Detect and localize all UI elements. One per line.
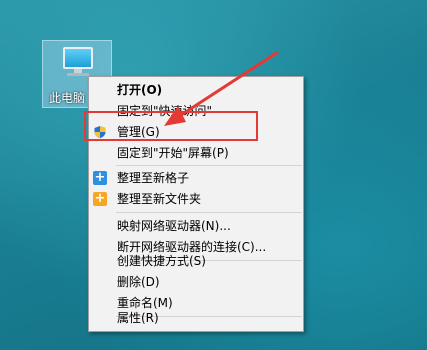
annotation-arrow-icon (164, 50, 279, 126)
